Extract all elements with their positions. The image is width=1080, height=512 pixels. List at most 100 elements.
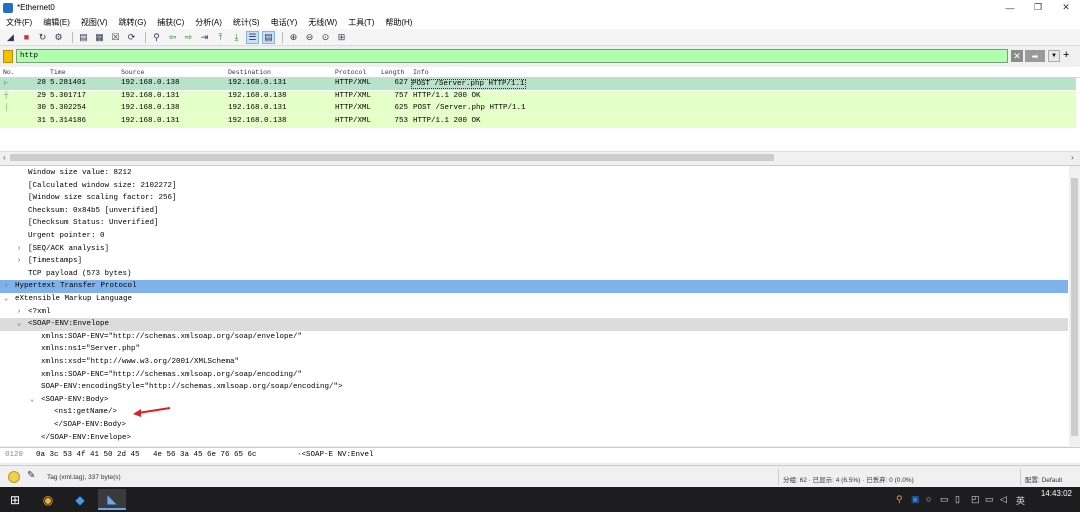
volume-tray-icon[interactable]: ◁ (1000, 494, 1007, 505)
clear-filter-icon[interactable]: ✕ (1011, 50, 1023, 62)
tree-item[interactable]: [Checksum Status: Unverified] (0, 217, 1068, 230)
menu-tools[interactable]: 工具(T) (348, 17, 374, 28)
tree-item[interactable]: </SOAP-ENV:Envelope> (0, 432, 1068, 445)
hex-ascii[interactable]: ·<SOAP-E NV:Envel (297, 451, 374, 459)
wireshark-taskbar-icon[interactable]: ◣ (98, 489, 126, 510)
go-to-packet-icon[interactable]: ⇥ (198, 31, 211, 44)
vscode-icon[interactable]: ◆ (66, 489, 94, 510)
column-length[interactable]: Length (381, 69, 404, 76)
zoom-out-icon[interactable]: ⊖ (303, 31, 316, 44)
menu-telephony[interactable]: 电话(Y) (271, 17, 298, 28)
hex-bytes[interactable]: 0a 3c 53 4f 41 50 2d 45 4e 56 3a 45 6e 7… (36, 451, 257, 459)
chevron-down-icon[interactable]: ⌄ (17, 318, 21, 331)
chevron-right-icon[interactable]: › (1071, 153, 1074, 162)
menu-capture[interactable]: 捕获(C) (157, 17, 184, 28)
close-file-icon[interactable]: ☒ (109, 31, 122, 44)
open-file-icon[interactable]: ▤ (77, 31, 90, 44)
capture-comment-icon[interactable]: ✎ (27, 470, 35, 481)
expert-info-icon[interactable] (8, 471, 20, 483)
chrome-icon[interactable]: ◉ (34, 489, 62, 510)
go-forward-icon[interactable]: ⇨ (182, 31, 195, 44)
start-capture-icon[interactable]: ◢ (4, 31, 17, 44)
packet-row[interactable]: │ 30 5.302254 192.168.0.138 192.168.0.13… (0, 103, 1076, 115)
packet-row[interactable]: 31 5.314186 192.168.0.131 192.168.0.138 … (0, 115, 1076, 128)
tree-item[interactable]: [Calculated window size: 2102272] (0, 180, 1068, 193)
close-button[interactable]: ✕ (1052, 0, 1080, 15)
add-filter-button-icon[interactable]: + (1063, 49, 1069, 61)
chevron-right-icon[interactable]: › (17, 243, 21, 256)
zoom-in-icon[interactable]: ⊕ (287, 31, 300, 44)
apply-filter-icon[interactable]: ➡ (1025, 50, 1045, 62)
auto-scroll-icon[interactable]: ☰ (246, 30, 259, 44)
column-time[interactable]: Time (50, 69, 66, 76)
capture-options-icon[interactable]: ⚙ (52, 31, 65, 44)
last-packet-icon[interactable]: ⤓ (230, 31, 243, 44)
find-packet-icon[interactable]: ⚲ (150, 31, 163, 44)
chat-tray-icon[interactable]: ◰ (971, 494, 980, 505)
packet-row[interactable]: ┼ 29 5.301717 192.168.0.131 192.168.0.13… (0, 90, 1076, 103)
scrollbar-thumb[interactable] (1071, 178, 1078, 436)
menu-statistics[interactable]: 统计(S) (233, 17, 260, 28)
minimize-button[interactable]: — (996, 0, 1024, 15)
tree-item[interactable]: SOAP-ENV:encodingStyle="http://schemas.x… (0, 381, 1068, 394)
stop-capture-icon[interactable]: ■ (20, 31, 33, 44)
p-app-tray-icon[interactable]: ▣ (911, 494, 920, 505)
menu-edit[interactable]: 编辑(E) (43, 17, 70, 28)
ime-language[interactable]: 英 (1016, 494, 1025, 507)
filter-bookmark-icon[interactable] (3, 49, 13, 63)
tree-item[interactable]: Checksum: 0x84b5 [unverified] (0, 205, 1068, 218)
zoom-reset-icon[interactable]: ⊙ (319, 31, 332, 44)
status-profile[interactable]: 配置: Default (1025, 474, 1062, 484)
restart-capture-icon[interactable]: ↻ (36, 31, 49, 44)
menu-go[interactable]: 跳转(G) (119, 17, 147, 28)
menu-analyze[interactable]: 分析(A) (195, 17, 222, 28)
chevron-down-icon[interactable]: ▼ (1048, 50, 1060, 62)
monitor-tray-icon[interactable]: ▭ (985, 494, 994, 505)
windows-start-icon[interactable]: ⊞ (10, 493, 20, 507)
tree-item[interactable]: › [Timestamps] (0, 255, 1068, 268)
chevron-right-icon[interactable]: › (4, 280, 8, 293)
go-back-icon[interactable]: ⇦ (166, 31, 179, 44)
tree-item-xml[interactable]: ⌄ eXtensible Markup Language (0, 293, 1068, 306)
column-protocol[interactable]: Protocol (335, 69, 366, 76)
menu-view[interactable]: 视图(V) (81, 17, 108, 28)
tree-item[interactable]: xmlns:SOAP-ENC="http://schemas.xmlsoap.o… (0, 369, 1068, 382)
tree-item[interactable]: Window size value: 8212 (0, 167, 1068, 180)
maximize-button[interactable]: ❐ (1024, 0, 1052, 15)
tree-item[interactable]: xmlns:SOAP-ENV="http://schemas.xmlsoap.o… (0, 331, 1068, 344)
chevron-left-icon[interactable]: ‹ (3, 153, 6, 162)
save-file-icon[interactable]: ▦ (93, 31, 106, 44)
circle-tray-icon[interactable]: ○ (926, 494, 931, 504)
tree-item-envelope[interactable]: ⌄ <SOAP-ENV:Envelope (0, 318, 1068, 331)
packet-list-scrollbar[interactable]: ‹ › (0, 151, 1080, 163)
reload-file-icon[interactable]: ⟳ (125, 31, 138, 44)
chevron-right-icon[interactable]: › (17, 255, 21, 268)
tree-item-http[interactable]: › Hypertext Transfer Protocol (0, 280, 1068, 293)
device-tray-icon[interactable]: ▯ (955, 494, 960, 505)
chevron-down-icon[interactable]: ⌄ (4, 293, 8, 306)
colorize-icon[interactable]: ▤ (262, 30, 275, 44)
tree-item[interactable]: xmlns:ns1="Server.php" (0, 343, 1068, 356)
menu-help[interactable]: 帮助(H) (385, 17, 412, 28)
tree-item[interactable]: [Window size scaling factor: 256] (0, 192, 1068, 205)
network-tray-icon[interactable]: ▭ (940, 494, 949, 505)
chevron-right-icon[interactable]: › (17, 306, 21, 319)
tree-item[interactable]: › <?xml (0, 306, 1068, 319)
chevron-down-icon[interactable]: ⌄ (30, 394, 34, 407)
scrollbar-thumb[interactable] (10, 154, 774, 161)
column-no[interactable]: No. (3, 69, 15, 76)
resize-columns-icon[interactable]: ⊞ (335, 31, 348, 44)
taskbar-clock[interactable]: 14:43:02 (1041, 489, 1072, 499)
tree-item[interactable]: </SOAP-ENV:Body> (0, 419, 1068, 432)
packet-row[interactable]: ⊢ 28 5.281401 192.168.0.138 192.168.0.13… (0, 78, 1076, 90)
tree-item[interactable]: Urgent pointer: 0 (0, 230, 1068, 243)
search-tray-icon[interactable]: ⚲ (896, 494, 903, 505)
details-scrollbar[interactable] (1069, 166, 1080, 447)
tree-item[interactable]: › [SEQ/ACK analysis] (0, 243, 1068, 256)
menu-file[interactable]: 文件(F) (6, 17, 32, 28)
tree-item[interactable]: TCP payload (573 bytes) (0, 268, 1068, 281)
menu-wireless[interactable]: 无线(W) (308, 17, 337, 28)
column-info[interactable]: Info (413, 69, 429, 76)
tree-item[interactable]: xmlns:xsd="http://www.w3.org/2001/XMLSch… (0, 356, 1068, 369)
first-packet-icon[interactable]: ⤒ (214, 31, 227, 44)
